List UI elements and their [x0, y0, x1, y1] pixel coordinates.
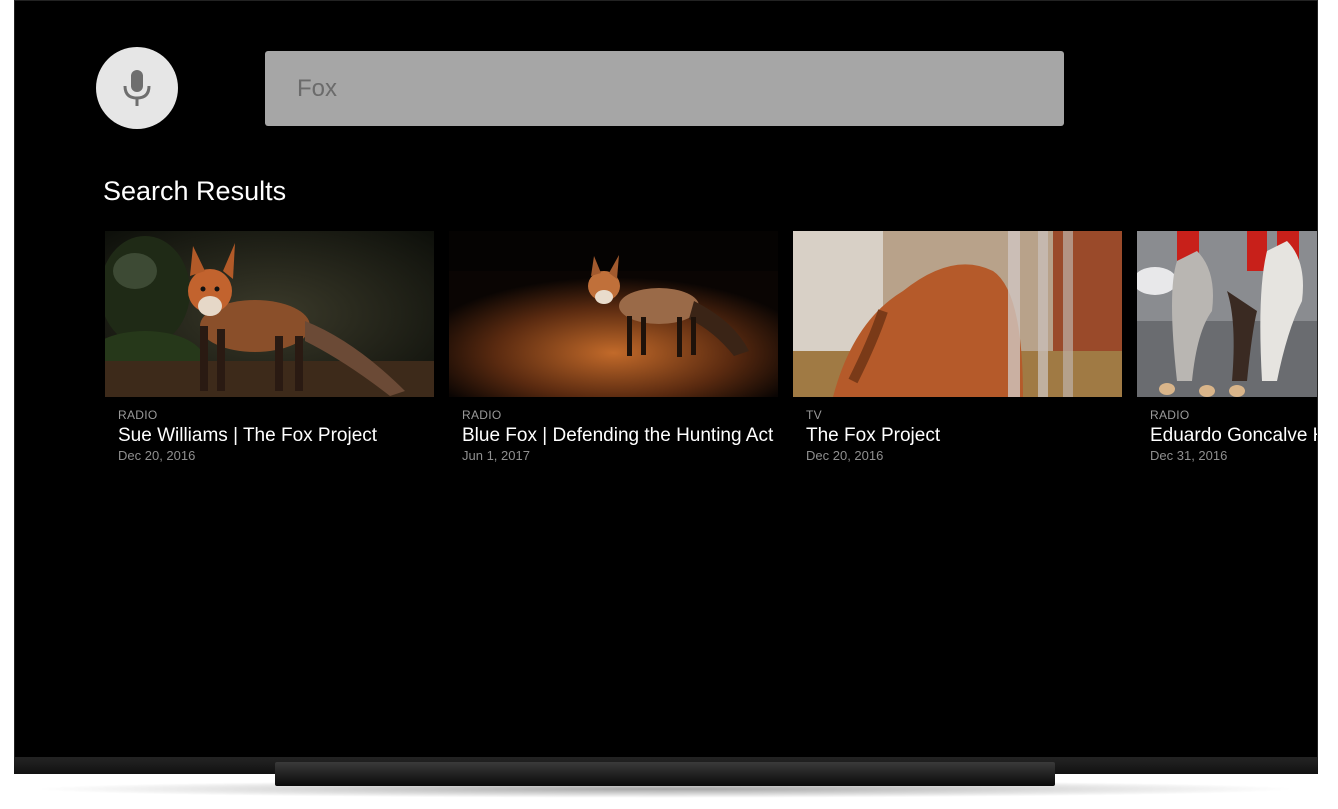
- result-date: Dec 20, 2016: [118, 448, 196, 463]
- result-card[interactable]: RADIO Blue Fox | Defending the Hunting A…: [449, 231, 778, 491]
- blurred-fox-image: [793, 231, 1122, 397]
- result-category: TV: [806, 408, 822, 422]
- result-category: RADIO: [118, 408, 158, 422]
- search-results-heading: Search Results: [103, 176, 287, 206]
- result-card[interactable]: RADIO Eduardo Goncalve Hunts Dec 31, 201…: [1137, 231, 1317, 491]
- result-title: The Fox Project: [806, 425, 941, 446]
- horse-hunt-image: [1137, 231, 1317, 397]
- result-card[interactable]: RADIO Sue Williams | The Fox Project Dec…: [105, 231, 434, 491]
- tv-screen: Fox Search Results RADIO Sue Williams | …: [14, 0, 1318, 758]
- search-input[interactable]: Fox: [265, 51, 1064, 126]
- fox-in-garden-image: [105, 231, 434, 397]
- result-card[interactable]: TV The Fox Project Dec 20, 2016: [793, 231, 1122, 491]
- tv-stand: [275, 762, 1055, 786]
- fox-in-sunlight-image: [449, 231, 778, 397]
- result-date: Dec 20, 2016: [806, 448, 884, 463]
- results-row: RADIO Sue Williams | The Fox Project Dec…: [105, 231, 1317, 501]
- result-title: Eduardo Goncalve Hunts: [1150, 425, 1317, 446]
- result-date: Dec 31, 2016: [1150, 448, 1228, 463]
- result-title: Blue Fox | Defending the Hunting Act: [462, 425, 774, 446]
- search-query-text: Fox: [297, 74, 338, 102]
- result-title: Sue Williams | The Fox Project: [118, 425, 378, 446]
- voice-search-button[interactable]: [96, 47, 178, 129]
- result-date: Jun 1, 2017: [462, 448, 530, 463]
- result-category: RADIO: [462, 408, 502, 422]
- microphone-icon: [123, 70, 151, 106]
- result-category: RADIO: [1150, 408, 1190, 422]
